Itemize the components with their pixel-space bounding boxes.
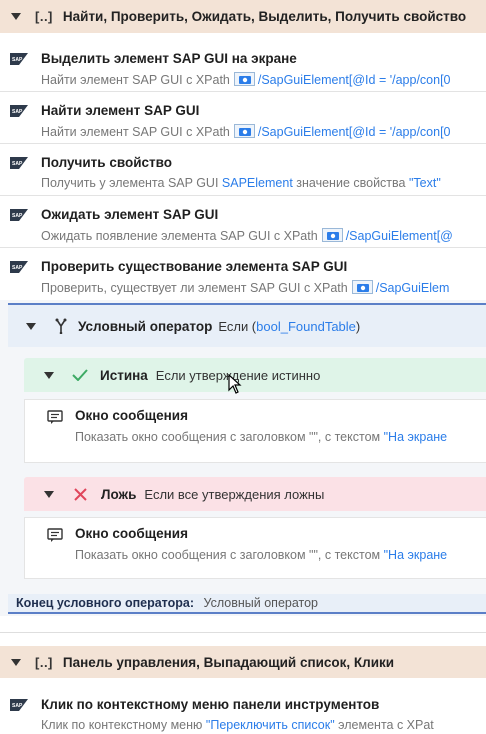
group-header-find[interactable]: [..] Найти, Проверить, Ожидать, Выделить… <box>0 0 486 33</box>
collapse-caret-icon[interactable] <box>26 322 36 330</box>
sap-icon: SAP <box>10 53 28 65</box>
action-title: Окно сообщения <box>75 408 188 423</box>
message-icon <box>47 528 63 542</box>
action-desc: Ожидать появление элемента SAP GUI с XPa… <box>41 228 453 243</box>
collapse-caret-icon[interactable] <box>44 371 54 379</box>
sap-icon: SAP <box>10 261 28 273</box>
svg-text:SAP: SAP <box>12 109 23 115</box>
svg-text:SAP: SAP <box>12 265 23 271</box>
condition-header[interactable]: Условный оператор Если (bool_FoundTable) <box>8 303 486 347</box>
branch-false-header[interactable]: Ложь Если все утверждения ложны <box>24 477 486 511</box>
collapse-caret-icon[interactable] <box>11 13 21 20</box>
image-icon <box>351 280 373 294</box>
action-title: Клик по контекстному меню панели инструм… <box>41 697 380 712</box>
action-desc: Получить у элемента SAP GUI SAPElement з… <box>41 176 441 190</box>
action-title: Получить свойство <box>41 155 172 170</box>
condition-end-label: Конец условного оператора: <box>16 596 195 610</box>
branch-false-desc: Если все утверждения ложны <box>144 486 325 502</box>
image-icon <box>233 72 255 86</box>
action-desc: Найти элемент SAP GUI с XPath/SapGuiElem… <box>41 124 451 139</box>
svg-text:SAP: SAP <box>12 57 23 63</box>
divider <box>0 632 486 633</box>
action-toolbar-context-click[interactable]: SAP Клик по контекстному меню панели инс… <box>0 690 486 734</box>
branch-false-title: Ложь <box>101 486 137 502</box>
branch-icon <box>55 318 67 334</box>
condition-title: Условный оператор <box>78 318 213 334</box>
group-title: Найти, Проверить, Ожидать, Выделить, Пол… <box>62 9 467 24</box>
action-message-box[interactable]: Окно сообщения Показать окно сообщения с… <box>24 517 486 579</box>
group-title: Панель управления, Выпадающий список, Кл… <box>62 654 395 670</box>
action-check-exists[interactable]: SAP Проверить существование элемента SAP… <box>0 252 486 300</box>
action-find-element[interactable]: SAP Найти элемент SAP GUI Найти элемент … <box>0 96 486 144</box>
action-desc: Показать окно сообщения с заголовком "",… <box>75 548 448 562</box>
message-icon <box>47 410 63 424</box>
action-title: Найти элемент SAP GUI <box>41 103 200 118</box>
action-desc: Показать окно сообщения с заголовком "",… <box>75 430 448 444</box>
action-get-property[interactable]: SAP Получить свойство Получить у элемент… <box>0 148 486 196</box>
action-title: Выделить элемент SAP GUI на экране <box>41 51 297 66</box>
action-desc: Найти элемент SAP GUI с XPath/SapGuiElem… <box>41 72 451 87</box>
svg-text:SAP: SAP <box>12 213 23 219</box>
cross-icon <box>74 487 87 501</box>
checkmark-icon <box>72 369 88 381</box>
sap-icon: SAP <box>10 105 28 117</box>
group-bracket-icon: [..] <box>35 9 53 24</box>
branch-true-header[interactable]: Истина Если утверждение истинно <box>24 358 486 392</box>
condition-desc: Если (bool_FoundTable) <box>218 318 361 334</box>
action-title: Ожидать элемент SAP GUI <box>41 207 219 222</box>
action-title: Окно сообщения <box>75 526 188 541</box>
image-icon <box>233 124 255 138</box>
action-highlight-element[interactable]: SAP Выделить элемент SAP GUI на экране Н… <box>0 44 486 92</box>
sap-icon: SAP <box>10 157 28 169</box>
sap-icon: SAP <box>10 209 28 221</box>
mouse-cursor-icon <box>228 374 242 394</box>
image-icon <box>321 228 343 242</box>
collapse-caret-icon[interactable] <box>44 490 54 498</box>
collapse-caret-icon[interactable] <box>11 658 21 666</box>
action-desc: Проверить, существует ли элемент SAP GUI… <box>41 280 450 295</box>
group-bracket-icon: [..] <box>35 654 53 670</box>
action-desc: Клик по контекстному меню "Переключить с… <box>41 718 434 732</box>
action-message-box[interactable]: Окно сообщения Показать окно сообщения с… <box>24 399 486 463</box>
svg-text:SAP: SAP <box>12 703 23 709</box>
svg-text:SAP: SAP <box>12 161 23 167</box>
condition-end-value: Условный оператор <box>203 596 319 610</box>
group-header-toolbar[interactable]: [..] Панель управления, Выпадающий списо… <box>0 646 486 678</box>
action-title: Проверить существование элемента SAP GUI <box>41 259 348 274</box>
condition-end-row: Конец условного оператора: Условный опер… <box>8 594 486 614</box>
branch-true-title: Истина <box>100 367 148 383</box>
sap-icon: SAP <box>10 699 28 711</box>
action-wait-element[interactable]: SAP Ожидать элемент SAP GUI Ожидать появ… <box>0 200 486 248</box>
